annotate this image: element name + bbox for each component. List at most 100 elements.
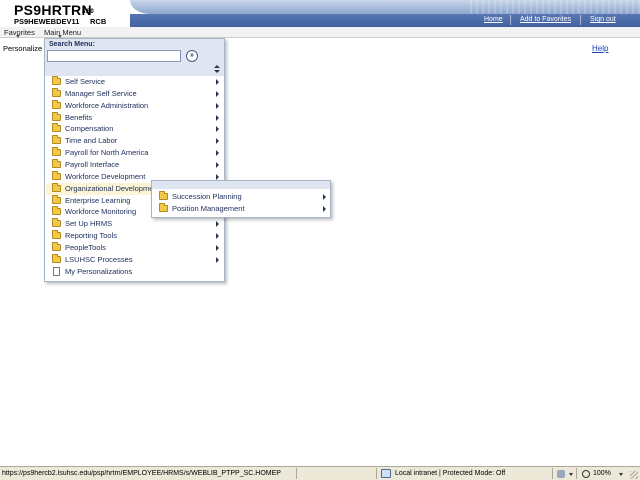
chevron-right-icon — [216, 138, 219, 145]
chevron-right-icon — [216, 79, 219, 85]
zoom-level[interactable]: 100% — [593, 470, 611, 477]
header-link-separator — [510, 15, 511, 25]
menu-item-label: Time and Labor — [65, 136, 118, 146]
protected-mode-icon[interactable] — [557, 470, 565, 478]
sort-icon[interactable] — [214, 65, 220, 74]
folder-icon — [52, 99, 61, 109]
menu-item-time-and-labor[interactable]: Time and Labor — [46, 135, 223, 147]
chevron-right-icon — [323, 205, 326, 212]
menu-item-label: Organizational Developme — [65, 183, 154, 193]
zoom-icon[interactable] — [582, 470, 590, 478]
menu-item-label: Workforce Administration — [65, 100, 149, 110]
folder-icon — [52, 230, 61, 240]
chevron-down-icon — [16, 35, 20, 38]
folder-icon — [52, 218, 61, 228]
menu-item-peopletools[interactable]: PeopleTools — [46, 241, 223, 254]
folder-icon — [159, 191, 168, 200]
sign-out-link[interactable]: Sign out — [590, 16, 616, 23]
folder-icon — [52, 123, 61, 133]
chevron-down-icon[interactable] — [569, 473, 573, 476]
menu-search-input[interactable] — [47, 50, 181, 62]
chevron-right-icon — [216, 90, 219, 97]
submenu-item-position-management[interactable]: Position Management — [153, 202, 329, 215]
main-menu-button[interactable]: Main Menu — [44, 28, 81, 37]
search-label: Search Menu: — [49, 41, 95, 48]
browser-status-bar: https://ps9hercb2.lsuhsc.edu/psp/hrtrn/E… — [0, 466, 640, 480]
menu-item-lsuhsc-processes[interactable]: LSUHSC Processes — [46, 253, 223, 266]
menu-item-reporting-tools[interactable]: Reporting Tools — [46, 230, 223, 242]
menu-item-workforce-administration[interactable]: Workforce Administration — [46, 99, 223, 112]
personalize-link[interactable]: Personalize — [3, 44, 42, 53]
home-link[interactable]: Home — [484, 16, 503, 23]
folder-icon — [52, 241, 61, 251]
chevron-right-icon — [216, 161, 219, 168]
chevron-right-icon — [216, 244, 219, 251]
menu-item-benefits[interactable]: Benefits — [46, 111, 223, 124]
folder-icon — [52, 111, 61, 121]
app-name: PS9HRTRN — [14, 2, 92, 18]
organizational-development-submenu: Succession Planning Position Management — [151, 180, 331, 218]
nav-bar: Favorites Main Menu — [0, 27, 640, 38]
folder-icon — [52, 87, 61, 97]
chevron-right-icon — [216, 114, 219, 121]
menu-item-set-up-hrms[interactable]: Set Up HRMS — [46, 218, 223, 230]
chevron-right-icon — [216, 150, 219, 157]
status-divider — [296, 468, 297, 479]
submenu-item-label: Succession Planning — [172, 192, 242, 201]
menu-item-payroll-interface[interactable]: Payroll Interface — [46, 158, 223, 171]
folder-icon — [52, 76, 61, 85]
menu-item-label: LSUHSC Processes — [65, 254, 133, 264]
menu-item-label: Reporting Tools — [65, 231, 117, 241]
status-divider — [576, 468, 577, 479]
submenu-header — [152, 181, 330, 189]
portal-header: PS9HRTRN 8.50 PS9HEWEBDEV11 RCB Home Add… — [0, 0, 640, 27]
security-zone-text: Local intranet | Protected Mode: Off — [395, 470, 506, 477]
folder-icon — [52, 135, 61, 145]
chevron-right-icon — [216, 126, 219, 133]
header-link-separator — [580, 15, 581, 25]
menu-item-label: Manager Self Service — [65, 88, 137, 98]
chevron-right-icon — [216, 102, 219, 109]
folder-icon — [159, 202, 168, 212]
menu-search-area: Search Menu: » — [45, 39, 224, 76]
status-url: https://ps9hercb2.lsuhsc.edu/psp/hrtrn/E… — [2, 470, 281, 477]
resize-grip-icon[interactable] — [630, 471, 638, 479]
menu-item-manager-self-service[interactable]: Manager Self Service — [46, 87, 223, 100]
folder-icon — [52, 158, 61, 168]
page-icon — [53, 266, 60, 276]
add-to-favorites-link[interactable]: Add to Favorites — [520, 16, 571, 23]
menu-item-label: Enterprise Learning — [65, 195, 131, 205]
menu-item-label: Compensation — [65, 124, 114, 134]
menu-item-label: Workforce Development — [65, 171, 146, 181]
intranet-zone-icon — [381, 469, 391, 478]
header-decoration — [470, 0, 640, 14]
folder-icon — [52, 206, 61, 216]
menu-item-my-personalizations[interactable]: My Personalizations — [46, 266, 223, 278]
menu-item-label: Self Service — [65, 77, 106, 86]
chevron-down-icon[interactable] — [619, 473, 623, 476]
folder-icon — [52, 147, 61, 157]
menu-item-label: My Personalizations — [65, 266, 133, 276]
chevron-right-icon — [216, 221, 219, 228]
server-name: PS9HEWEBDEV11 — [14, 17, 80, 26]
menu-item-self-service[interactable]: Self Service — [46, 76, 223, 88]
menu-item-label: Workforce Monitoring — [65, 207, 137, 217]
submenu-item-succession-planning[interactable]: Succession Planning — [153, 191, 329, 203]
chevron-right-icon — [216, 256, 219, 263]
menu-item-compensation[interactable]: Compensation — [46, 123, 223, 135]
menu-item-label: Payroll for North America — [65, 148, 149, 158]
menu-item-label: Payroll Interface — [65, 159, 120, 169]
folder-icon — [52, 170, 61, 180]
folder-icon — [52, 253, 61, 263]
main-menu-dropdown: Search Menu: » Self Service Manager Self … — [44, 38, 225, 282]
menu-item-label: Set Up HRMS — [65, 219, 113, 229]
menu-item-label: PeopleTools — [65, 242, 106, 252]
chevron-right-icon — [323, 194, 326, 200]
search-go-button[interactable]: » — [186, 50, 198, 62]
help-link[interactable]: Help — [592, 44, 608, 53]
status-divider — [376, 468, 377, 479]
menu-item-payroll-for-north-america[interactable]: Payroll for North America — [46, 147, 223, 159]
user-id: RCB — [90, 17, 107, 26]
status-divider — [552, 468, 553, 479]
folder-icon — [52, 194, 61, 204]
